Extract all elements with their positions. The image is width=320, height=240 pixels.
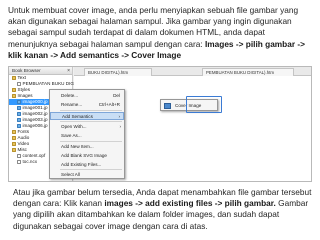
- tree-item-label: Fonts: [17, 129, 30, 134]
- context-menu-item[interactable]: Save As...: [50, 132, 124, 140]
- folder-icon: [12, 141, 16, 146]
- tree-item-label: image003.jp: [22, 117, 48, 122]
- image-icon: [17, 111, 21, 116]
- highlight-callout: [186, 96, 222, 113]
- image-icon: [17, 99, 21, 104]
- tree-item-label: image002.jp: [22, 111, 48, 116]
- menu-separator: [60, 141, 122, 142]
- cover-image-icon: [164, 103, 171, 109]
- menu-item-label: Rename...: [61, 102, 83, 107]
- context-menu-item[interactable]: Add Existing Files...: [50, 161, 124, 169]
- menu-item-shortcut: Del: [113, 93, 120, 98]
- menu-item-label: Open With...: [61, 124, 87, 129]
- instruction-paragraph-bottom: Atau jika gambar belum tersedia, Anda da…: [13, 187, 313, 232]
- image-icon: [17, 105, 21, 110]
- folder-icon: [12, 135, 16, 140]
- tree-item-label: Text: [17, 75, 26, 80]
- context-menu-item[interactable]: Add Blank SVG Image: [50, 152, 124, 160]
- context-menu-item[interactable]: Delete... Del: [50, 92, 124, 100]
- tree-item-label: image006.jp: [22, 123, 48, 128]
- tab-document-left[interactable]: BUKU DIGITAL).htm: [84, 68, 152, 76]
- context-menu-item[interactable]: Select All: [50, 171, 124, 179]
- close-icon[interactable]: ×: [67, 67, 70, 75]
- book-browser-title: Book Browser: [12, 68, 41, 73]
- file-icon: [17, 153, 21, 158]
- menu-separator: [60, 110, 122, 111]
- folder-icon: [12, 147, 16, 152]
- folder-icon: [12, 87, 16, 92]
- submenu-arrow-icon: ›: [119, 124, 121, 129]
- context-menu-item[interactable]: Add New Item...: [50, 143, 124, 151]
- context-menu-item[interactable]: Open With... ›: [50, 123, 124, 131]
- tree-item-label: Audio: [17, 135, 30, 140]
- tree-item-label: Video: [17, 141, 30, 146]
- menu-item-label: Add New Item...: [61, 144, 94, 149]
- tree-item-label: toc.ncx: [22, 159, 38, 164]
- menu-item-shortcut: Ctrl+Alt+R: [98, 102, 120, 107]
- instruction-paragraph-top: Untuk membuat cover image, anda perlu me…: [8, 5, 314, 61]
- context-menu-item[interactable]: Rename... Ctrl+Alt+R: [50, 101, 124, 109]
- menu-item-label: Add Existing Files...: [61, 162, 102, 167]
- context-menu: Delete... Del Rename... Ctrl+Alt+R Add Seman…: [49, 89, 125, 179]
- menu-item-label: Save As...: [61, 133, 82, 138]
- menu-item-label: Add Semantics: [62, 114, 93, 119]
- book-browser-header: Book Browser ×: [9, 67, 72, 75]
- file-icon: [17, 159, 21, 164]
- tab-bar: BUKU DIGITAL).htm PEMBUATAN BUKU DIGITAL…: [74, 67, 311, 76]
- menu-item-label: Add Blank SVG Image: [61, 153, 107, 158]
- submenu-arrow-icon: ›: [118, 114, 120, 119]
- context-menu-item[interactable]: Add Semantics ›: [50, 112, 124, 120]
- image-icon: [17, 117, 21, 122]
- tab-document-right[interactable]: PEMBUATAN BUKU DIGITAL).htm: [202, 68, 294, 76]
- tree-item-label: image001.jp: [22, 105, 48, 110]
- folder-icon: [12, 129, 16, 134]
- tree-item-label: Images: [17, 93, 33, 98]
- image-icon: [17, 123, 21, 128]
- file-icon: [17, 81, 21, 86]
- tree-item-label: image000.jp: [22, 99, 48, 104]
- menu-item-label: Select All: [61, 172, 80, 177]
- sigil-screenshot: Book Browser × Text PEMBUATAN BUKU DIGITA…: [8, 66, 312, 182]
- folder-icon: [12, 75, 16, 80]
- tree-item-label: Styles: [17, 87, 31, 92]
- menu-separator: [60, 169, 122, 170]
- tree-item-label: content.opf: [22, 153, 46, 158]
- menu-item-label: Delete...: [61, 93, 79, 98]
- menu-separator: [60, 121, 122, 122]
- tree-item-label: Misc: [17, 147, 27, 152]
- folder-icon: [12, 93, 16, 98]
- instruction-bottom-path: images -> add existing files -> pilih ga…: [104, 198, 276, 209]
